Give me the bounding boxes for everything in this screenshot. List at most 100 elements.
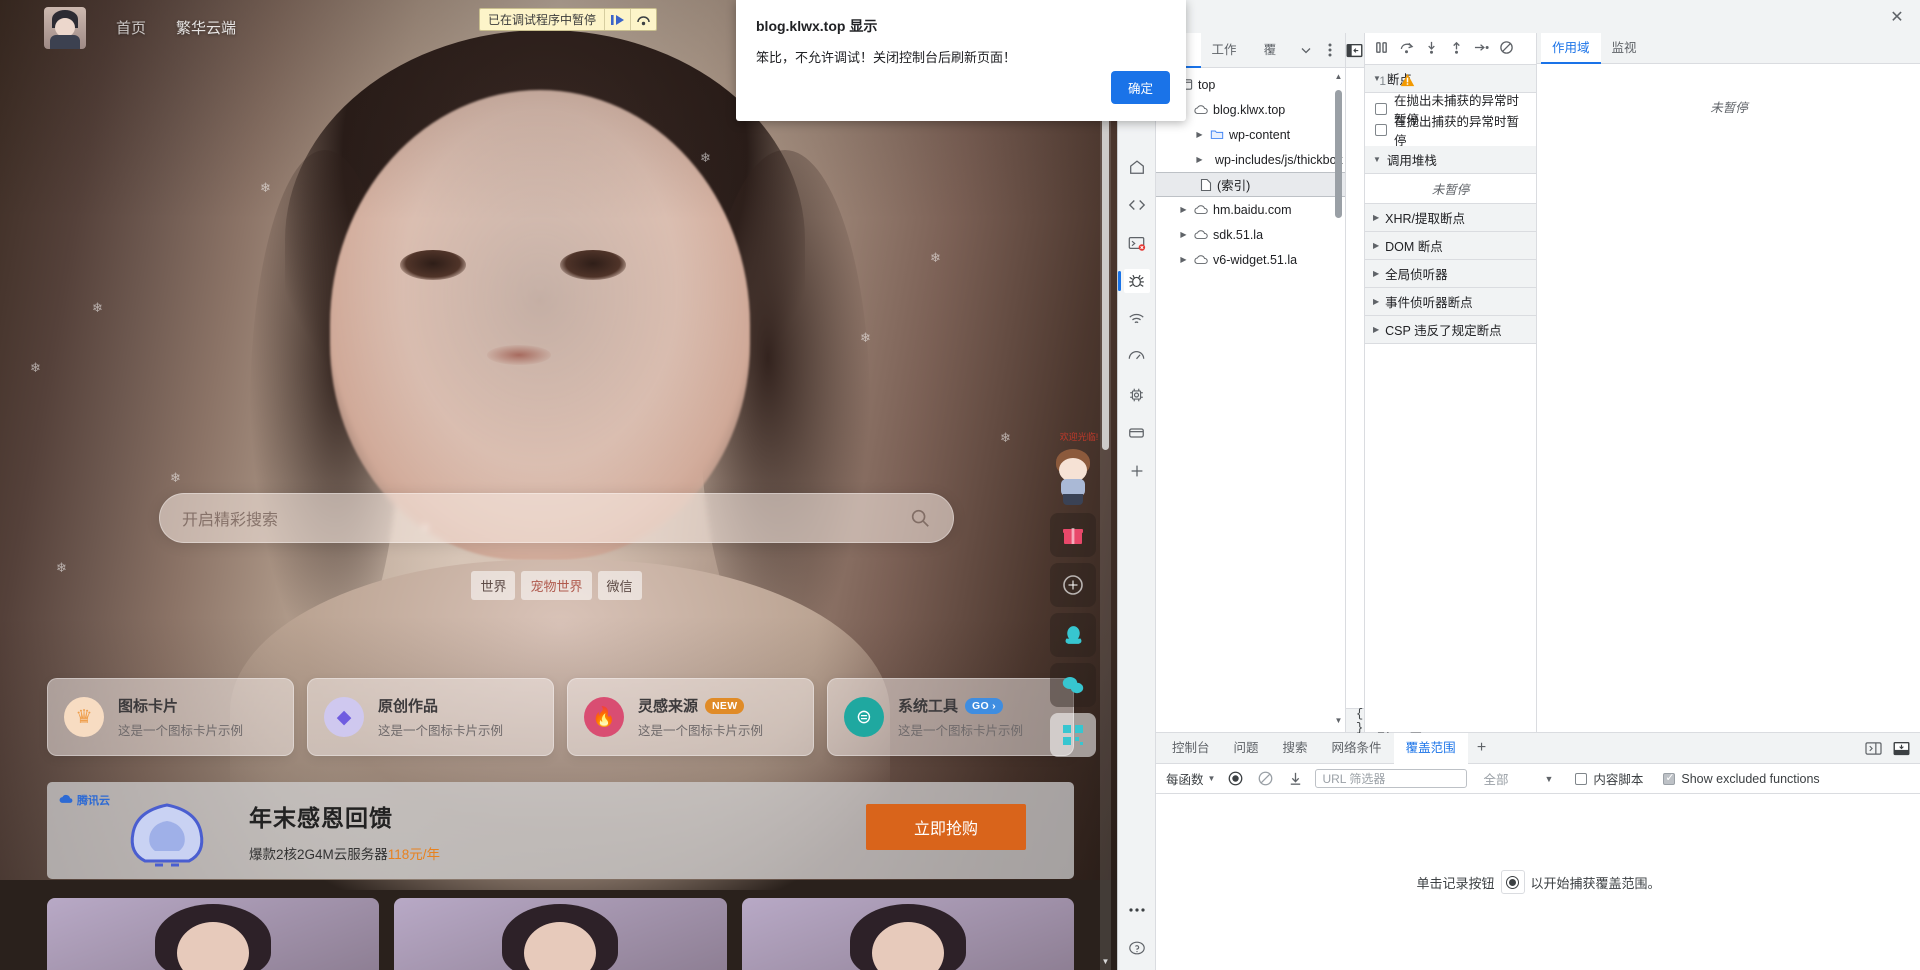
checkbox[interactable]	[1375, 102, 1387, 115]
add-panel-icon[interactable]	[1124, 459, 1150, 483]
search-tag[interactable]: 微信	[597, 571, 642, 600]
export-icon[interactable]	[1285, 769, 1305, 789]
network-wifi-icon[interactable]	[1124, 307, 1150, 331]
post-thumbnail[interactable]	[394, 898, 727, 970]
debug-bug-icon[interactable]	[1117, 269, 1150, 293]
panel-toggle-icon[interactable]	[1346, 33, 1363, 68]
drawer-tab-console[interactable]: 控制台	[1160, 733, 1222, 764]
tab-overrides[interactable]: 覆盖	[1254, 33, 1295, 92]
drawer-tab-issues[interactable]: 问题	[1222, 733, 1271, 764]
performance-icon[interactable]	[1124, 345, 1150, 369]
qq-icon[interactable]	[1050, 613, 1096, 657]
type-filter-select[interactable]: 全部	[1483, 769, 1508, 788]
help-icon[interactable]	[1124, 936, 1150, 960]
more-icon[interactable]	[1124, 898, 1150, 922]
scroll-up-arrow[interactable]: ▲	[1334, 72, 1343, 84]
twisty[interactable]: ▶	[1178, 205, 1189, 214]
code-editor[interactable]: 1	[1346, 68, 1415, 708]
twisty[interactable]: ▶	[1178, 230, 1189, 239]
show-excluded-functions-checkbox-row[interactable]: Show excluded functions	[1663, 771, 1820, 786]
url-filter-input[interactable]: URL 筛选器	[1315, 769, 1468, 788]
tab-workspace[interactable]: 工作区	[1201, 33, 1253, 92]
record-icon[interactable]	[1225, 769, 1245, 789]
console-icon[interactable]	[1124, 231, 1150, 255]
tree-item-wp-content[interactable]: ▶ wp-content	[1156, 122, 1345, 147]
step-icon[interactable]	[1473, 40, 1490, 58]
qrcode-icon[interactable]	[1050, 713, 1096, 757]
file-tree-scrollbar[interactable]: ▲ ▼	[1334, 72, 1343, 728]
warning-icon[interactable]	[1400, 73, 1415, 90]
icon-card[interactable]: 🔥 灵感来源 NEW 这是一个图标卡片示例	[567, 678, 814, 756]
tab-scope[interactable]: 作用域	[1541, 32, 1601, 64]
memory-chip-icon[interactable]	[1124, 383, 1150, 407]
alert-ok-button[interactable]: 确定	[1110, 71, 1170, 104]
drawer-tab-network-conditions[interactable]: 网络条件	[1320, 733, 1394, 764]
gift-icon[interactable]	[1050, 513, 1096, 557]
search-input[interactable]: 开启精彩搜索	[159, 493, 954, 543]
resume-icon[interactable]	[604, 9, 630, 30]
checkbox[interactable]	[1663, 771, 1676, 785]
card-badge-go[interactable]: GO ›	[965, 697, 1003, 714]
chevron-down-icon[interactable]: ▼	[1544, 774, 1553, 784]
deactivate-breakpoints-icon[interactable]	[1498, 40, 1515, 58]
pause-icon[interactable]	[1373, 40, 1390, 58]
search-tag[interactable]: 宠物世界	[521, 571, 592, 600]
tree-item-v6-widget-51-la[interactable]: ▶ v6-widget.51.la	[1156, 247, 1345, 272]
step-over-icon[interactable]	[1398, 40, 1415, 58]
drawer-tab-search[interactable]: 搜索	[1271, 733, 1320, 764]
section-dom-breakpoints[interactable]: ▶ DOM 断点	[1365, 232, 1536, 260]
icon-card[interactable]: ♛ 图标卡片 这是一个图标卡片示例	[47, 678, 294, 756]
post-thumbnail[interactable]	[47, 898, 380, 970]
post-thumbnail[interactable]	[741, 898, 1074, 970]
banner-cta-button[interactable]: 立即抢购	[866, 804, 1026, 850]
page-scrollbar[interactable]: ▲ ▼	[1100, 0, 1111, 970]
add-tab-icon[interactable]: +	[1468, 739, 1496, 757]
scrollbar-thumb[interactable]	[1335, 90, 1342, 218]
plus-icon[interactable]	[1050, 563, 1096, 607]
wechat-icon[interactable]	[1050, 663, 1096, 707]
tree-item-index[interactable]: (索引)	[1156, 172, 1345, 197]
granularity-select[interactable]: 每函数 ▼	[1166, 769, 1215, 788]
chevron-down-icon[interactable]	[1295, 37, 1317, 63]
step-over-icon[interactable]	[630, 9, 656, 30]
ad-banner[interactable]: 腾讯云 年末感恩回馈 爆款2核2G4M云服务器118元/年 立即抢购	[47, 782, 1074, 879]
content-scripts-checkbox-row[interactable]: 内容脚本	[1575, 769, 1643, 788]
home-icon[interactable]	[1124, 155, 1150, 179]
breakpoint-option-caught[interactable]: 在抛出捕获的异常时暂停	[1365, 115, 1536, 148]
search-tag[interactable]: 世界	[471, 571, 516, 600]
kebab-menu-icon[interactable]	[1319, 37, 1341, 63]
dock-side-icon[interactable]	[1861, 736, 1885, 760]
tab-watch[interactable]: 监视	[1601, 33, 1648, 64]
search-icon[interactable]	[909, 507, 931, 529]
avatar[interactable]	[44, 6, 86, 49]
record-icon[interactable]	[1500, 870, 1525, 894]
checkbox[interactable]	[1575, 772, 1588, 785]
icon-card[interactable]: ◆ 原创作品 这是一个图标卡片示例	[307, 678, 554, 756]
tree-item-wp-includes-thickbox[interactable]: ▶ wp-includes/js/thickbox	[1156, 147, 1345, 172]
nav-link-home[interactable]: 首页	[116, 17, 146, 38]
twisty[interactable]: ▶	[1194, 155, 1205, 164]
section-xhr-breakpoints[interactable]: ▶ XHR/提取断点	[1365, 204, 1536, 232]
twisty[interactable]: ▶	[1178, 255, 1189, 264]
nav-link-brand[interactable]: 繁华云端	[176, 17, 236, 38]
icon-card[interactable]: ⊜ 系统工具 GO › 这是一个图标卡片示例	[827, 678, 1074, 756]
drawer-close-icon[interactable]	[1889, 736, 1913, 760]
step-out-icon[interactable]	[1448, 40, 1465, 58]
step-into-icon[interactable]	[1423, 40, 1440, 58]
section-event-listener-breakpoints[interactable]: ▶ 事件侦听器断点	[1365, 288, 1536, 316]
tree-item-sdk-51-la[interactable]: ▶ sdk.51.la	[1156, 222, 1345, 247]
scroll-down-arrow[interactable]: ▼	[1334, 716, 1343, 728]
application-icon[interactable]	[1124, 421, 1150, 445]
twisty[interactable]: ▶	[1194, 130, 1205, 139]
section-global-listeners[interactable]: ▶ 全局侦听器	[1365, 260, 1536, 288]
close-icon[interactable]: ✕	[1884, 4, 1910, 30]
checkbox[interactable]	[1375, 123, 1387, 136]
tree-item-hm-baidu-com[interactable]: ▶ hm.baidu.com	[1156, 197, 1345, 222]
section-csp-violation-breakpoints[interactable]: ▶ CSP 违反了规定断点	[1365, 316, 1536, 344]
section-call-stack[interactable]: ▼ 调用堆栈	[1365, 146, 1536, 174]
scroll-down-arrow[interactable]: ▼	[1100, 954, 1111, 968]
drawer-tab-coverage[interactable]: 覆盖范围	[1393, 732, 1468, 764]
clear-icon[interactable]	[1255, 769, 1275, 789]
pretty-print-icon[interactable]: { }	[1356, 707, 1363, 735]
code-icon[interactable]	[1124, 193, 1150, 217]
